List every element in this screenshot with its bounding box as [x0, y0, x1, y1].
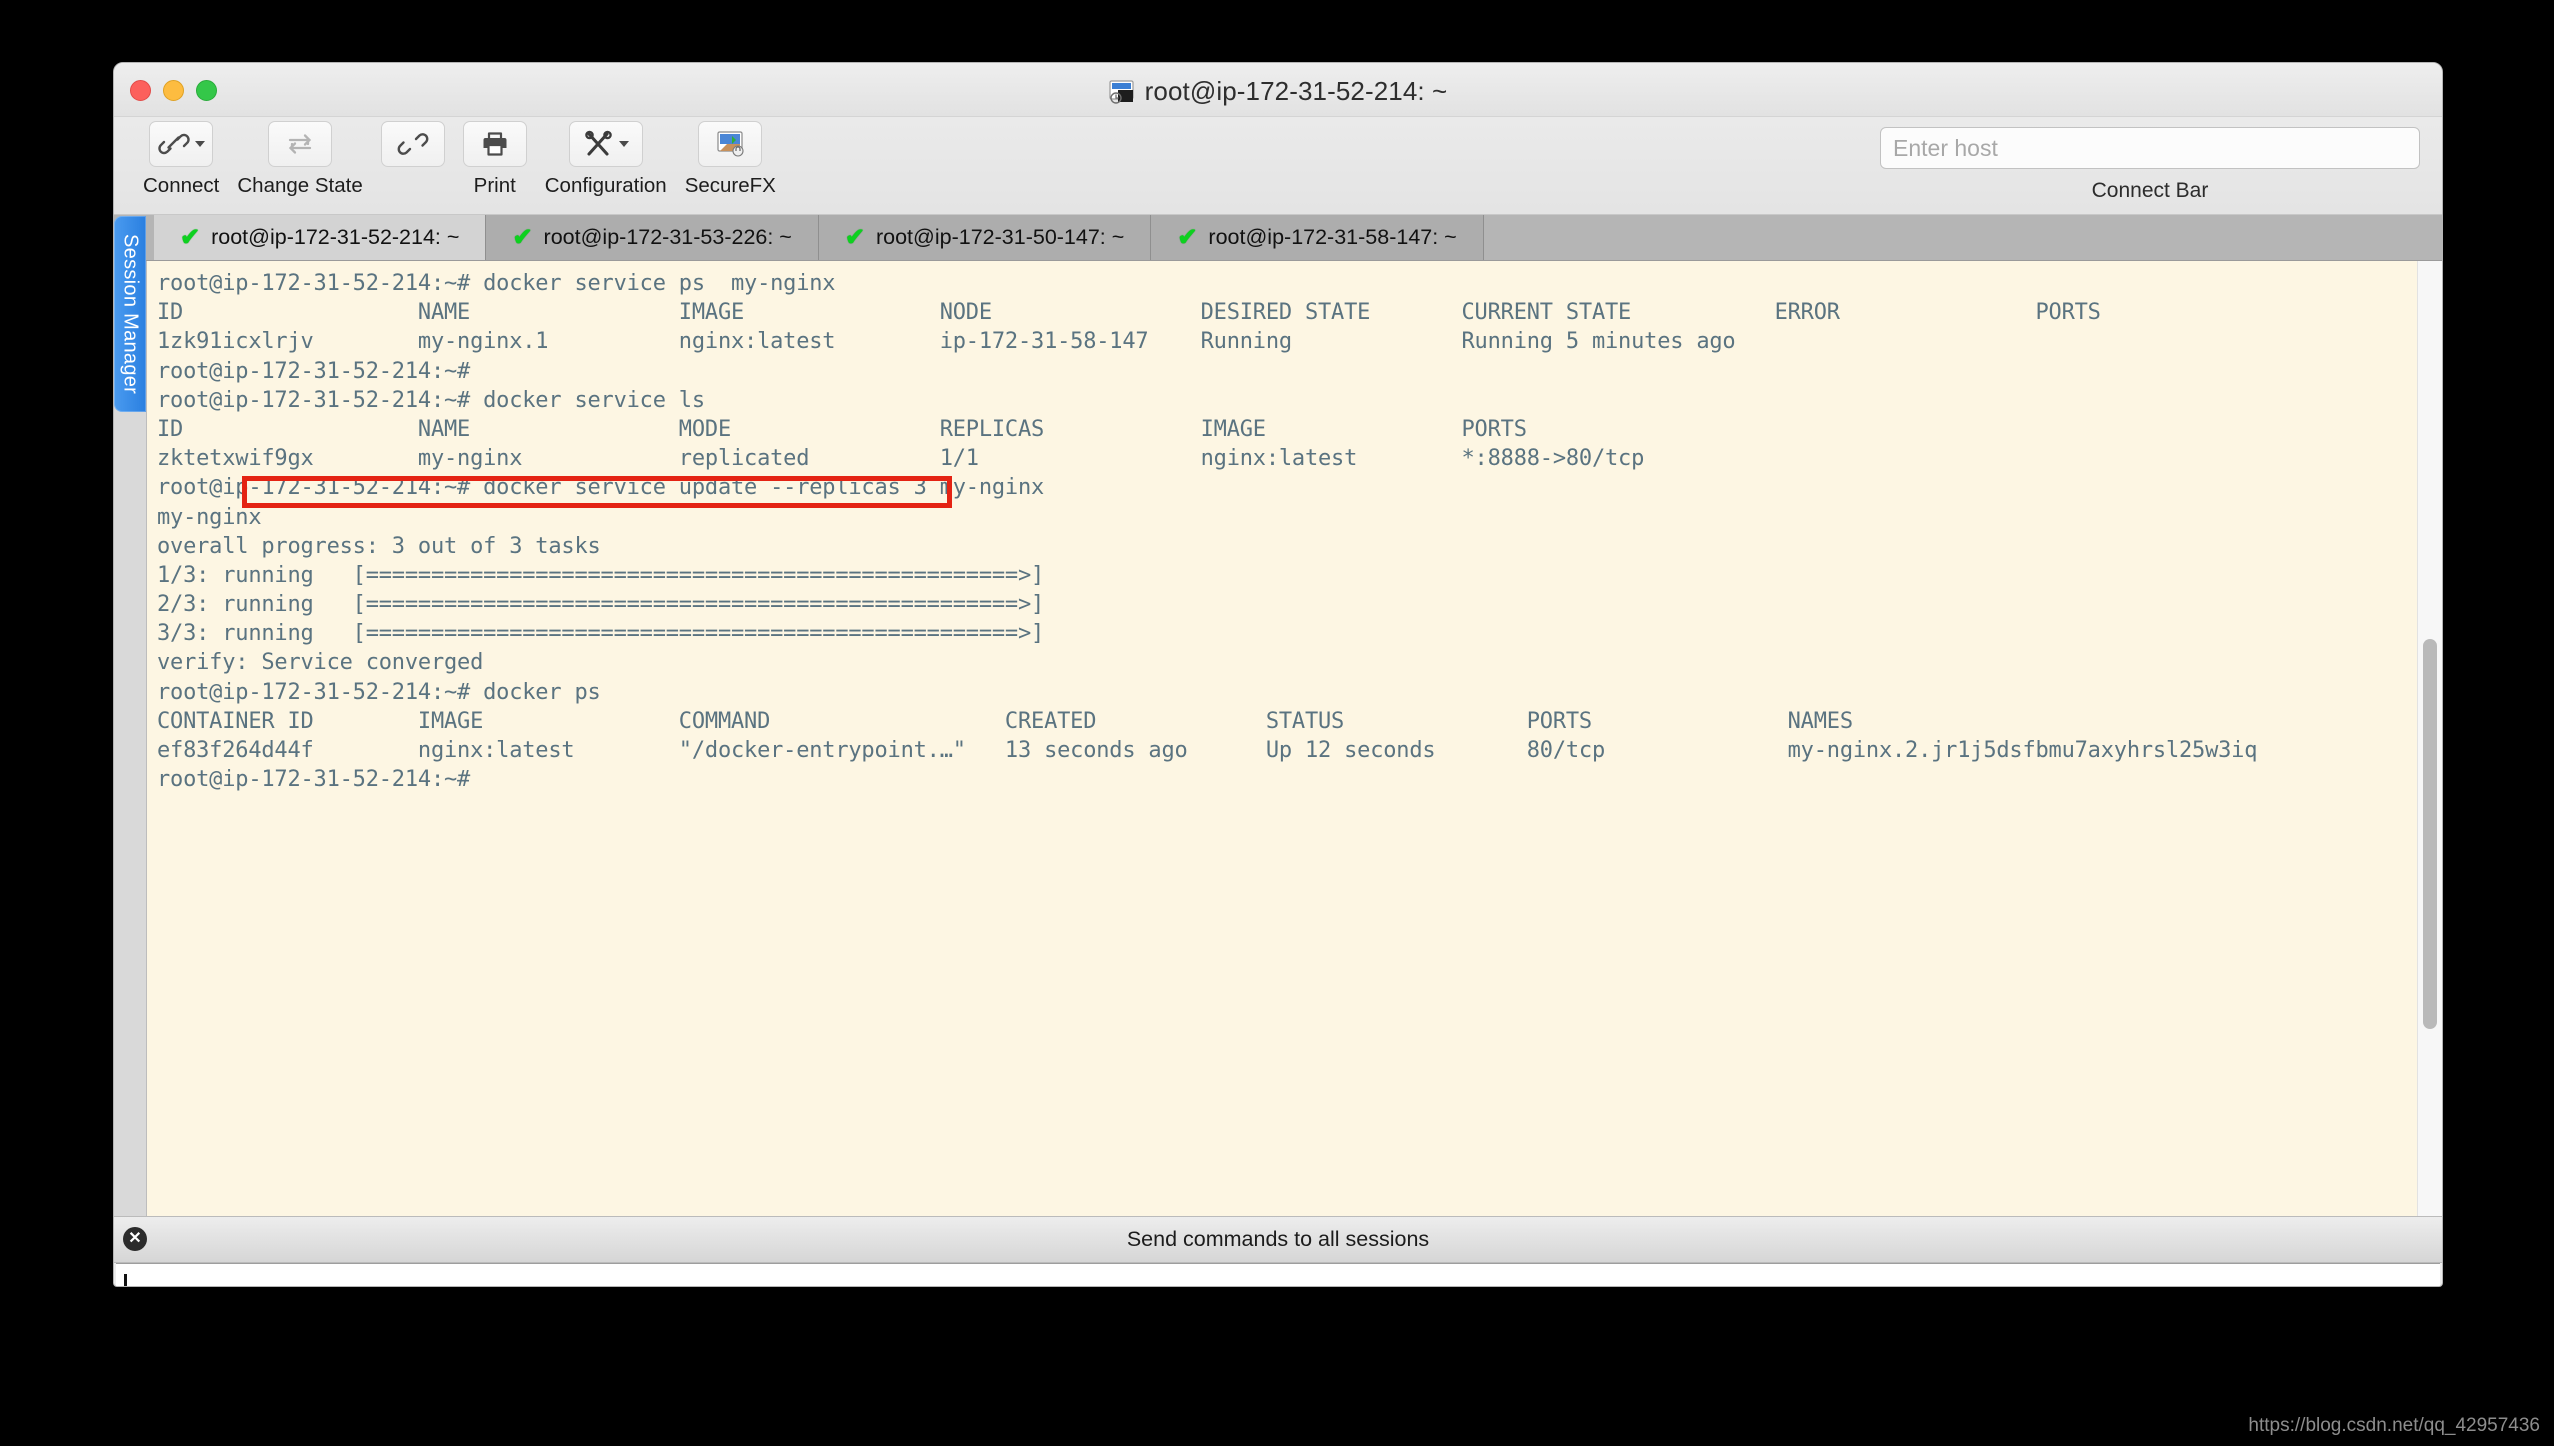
green-check-icon: ✔ — [844, 223, 865, 251]
toolbar: Connect Change State Print Configuration… — [114, 117, 2442, 215]
toolbar-disconnect[interactable] — [372, 121, 454, 174]
toolbar-configuration[interactable]: Configuration — [536, 121, 676, 198]
securefx-icon — [717, 131, 744, 157]
session-body: Session Manager root@ip-172-31-52-214:~#… — [114, 216, 2442, 1216]
securecrt-window: root@ip-172-31-52-214: ~ Connect Change … — [113, 62, 2443, 1287]
window-title: root@ip-172-31-52-214: ~ — [1144, 76, 1448, 106]
terminal-line: 1/3: running [==========================… — [157, 562, 1045, 588]
chevron-down-icon[interactable] — [195, 141, 206, 147]
disconnect-button[interactable] — [380, 121, 445, 167]
broken-link-icon — [397, 133, 429, 155]
green-check-icon: ✔ — [1177, 223, 1198, 251]
toolbar-connect[interactable]: Connect — [134, 121, 228, 198]
printer-icon — [483, 132, 507, 156]
terminal-line: 1zk91icxlrjv my-nginx.1 nginx:latest ip-… — [157, 329, 1736, 355]
toolbar-securefx[interactable]: SecureFX — [676, 121, 785, 198]
minimize-button[interactable] — [163, 80, 184, 101]
traffic-light-group — [130, 80, 217, 101]
session-tab-bar: ✔ root@ip-172-31-52-214: ~ ✔ root@ip-172… — [114, 215, 2442, 261]
tab-session-4[interactable]: ✔ root@ip-172-31-58-147: ~ — [1151, 215, 1484, 260]
send-all-sessions-bar: ✕ Send commands to all sessions — [114, 1216, 2442, 1263]
refresh-icon — [288, 134, 312, 154]
tab-label: root@ip-172-31-53-226: ~ — [543, 225, 792, 249]
terminal-line: CONTAINER ID IMAGE COMMAND CREATED STATU… — [157, 708, 1853, 734]
toolbar-change-state[interactable]: Change State — [228, 121, 371, 198]
connect-bar-label: Connect Bar — [2091, 179, 2209, 202]
tab-label: root@ip-172-31-50-147: ~ — [875, 225, 1125, 249]
connect-bar: Connect Bar — [1880, 127, 2420, 203]
close-button[interactable] — [130, 80, 151, 101]
change-state-label: Change State — [237, 174, 363, 197]
terminal-line: root@ip-172-31-52-214:~# — [157, 767, 471, 793]
print-button[interactable] — [462, 121, 527, 167]
toolbar-items: Connect Change State Print Configuration… — [134, 121, 785, 198]
host-input[interactable] — [1880, 127, 2420, 169]
terminal-line: verify: Service converged — [157, 650, 484, 676]
text-cursor — [124, 1274, 127, 1286]
terminal-line: 3/3: running [==========================… — [157, 621, 1045, 647]
send-all-label: Send commands to all sessions — [1126, 1227, 1430, 1251]
command-input-area[interactable] — [116, 1263, 2440, 1286]
tab-session-1[interactable]: ✔ root@ip-172-31-52-214: ~ — [154, 215, 487, 260]
screenshot-root: root@ip-172-31-52-214: ~ Connect Change … — [0, 0, 2554, 1446]
connect-label: Connect — [143, 174, 220, 197]
terminal-line: overall progress: 3 out of 3 tasks — [157, 533, 601, 559]
green-check-icon: ✔ — [180, 223, 201, 251]
terminal-container: root@ip-172-31-52-214:~# docker service … — [146, 261, 2442, 1216]
terminal-scrollbar[interactable] — [2417, 261, 2442, 1216]
close-circle-icon[interactable]: ✕ — [123, 1227, 147, 1251]
terminal-line: root@ip-172-31-52-214:~# — [157, 358, 471, 384]
terminal-output[interactable]: root@ip-172-31-52-214:~# docker service … — [147, 261, 2418, 1216]
scrollbar-thumb[interactable] — [2423, 639, 2437, 1029]
terminal-window-icon — [1109, 79, 1135, 104]
green-check-icon: ✔ — [512, 223, 533, 251]
configuration-button[interactable] — [568, 121, 643, 167]
tab-session-2[interactable]: ✔ root@ip-172-31-53-226: ~ — [486, 215, 819, 260]
terminal-line: zktetxwif9gx my-nginx replicated 1/1 ngi… — [157, 446, 1645, 472]
chevron-down-icon[interactable] — [618, 141, 629, 147]
title-center: root@ip-172-31-52-214: ~ — [114, 76, 2442, 107]
securefx-label: SecureFX — [684, 174, 776, 197]
terminal-line: ef83f264d44f nginx:latest "/docker-entry… — [157, 738, 2258, 763]
terminal-line: ID NAME IMAGE NODE DESIRED STATE CURRENT… — [157, 300, 2101, 326]
tab-label: root@ip-172-31-58-147: ~ — [1208, 225, 1457, 249]
securefx-button[interactable] — [698, 121, 763, 167]
terminal-line: 2/3: running [==========================… — [157, 592, 1045, 618]
session-manager-label: Session Manager — [119, 233, 142, 395]
watermark: https://blog.csdn.net/qq_42957436 — [2248, 1415, 2540, 1436]
tools-icon — [584, 130, 612, 156]
terminal-line: root@ip-172-31-52-214:~# docker ps — [157, 679, 601, 705]
terminal-line: root@ip-172-31-52-214:~# docker service … — [157, 387, 705, 413]
zoom-button[interactable] — [196, 80, 217, 101]
terminal-line: ID NAME MODE REPLICAS IMAGE PORTS — [157, 416, 1527, 442]
change-state-button[interactable] — [268, 121, 333, 167]
configuration-label: Configuration — [544, 174, 667, 197]
terminal-line: my-nginx — [157, 504, 262, 530]
tab-session-3[interactable]: ✔ root@ip-172-31-50-147: ~ — [818, 215, 1152, 260]
terminal-line: root@ip-172-31-52-214:~# docker service … — [157, 271, 836, 296]
tab-label: root@ip-172-31-52-214: ~ — [211, 225, 460, 249]
terminal-line: root@ip-172-31-52-214:~# docker service … — [157, 475, 1045, 501]
title-bar: root@ip-172-31-52-214: ~ — [114, 63, 2442, 117]
print-label: Print — [473, 174, 516, 197]
toolbar-print[interactable]: Print — [454, 121, 536, 198]
connect-button[interactable] — [149, 121, 214, 167]
session-manager-tab[interactable]: Session Manager — [114, 216, 146, 412]
link-icon — [158, 133, 190, 155]
